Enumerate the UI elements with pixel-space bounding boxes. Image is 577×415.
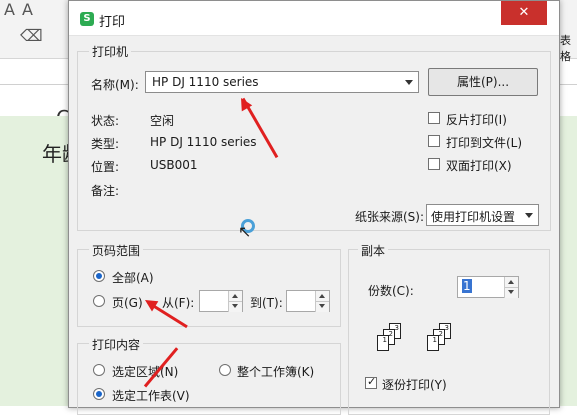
increment-button[interactable]: [504, 277, 518, 287]
page-range-pages-radio[interactable]: [93, 295, 105, 307]
increment-button[interactable]: [315, 291, 329, 301]
page-range-group: [77, 249, 341, 327]
collate-pages-icon: 3 2 1: [373, 323, 413, 357]
print-dialog: S 打印 ✕ 打印机 名称(M): HP DJ 1110 series 属性(P…: [68, 0, 560, 415]
chevron-down-icon: [525, 213, 533, 218]
duplex-print-label: 双面打印(X): [446, 159, 512, 173]
wps-app-icon: S: [80, 12, 94, 26]
copies-count-stepper[interactable]: 1: [457, 276, 519, 298]
paper-source-label: 纸张来源(S):: [355, 210, 425, 224]
type-value: HP DJ 1110 series: [150, 135, 257, 149]
printer-name-select[interactable]: HP DJ 1110 series: [145, 71, 419, 93]
whole-workbook-label: 整个工作簿(K): [237, 365, 315, 379]
paper-source-value: 使用打印机设置: [431, 210, 516, 224]
dialog-title: 打印: [99, 15, 126, 30]
collate-checkbox[interactable]: [365, 375, 377, 389]
location-label: 位置:: [91, 160, 120, 174]
printer-name-label: 名称(M):: [91, 78, 139, 92]
type-label: 类型:: [91, 137, 120, 151]
print-to-file-label: 打印到文件(L): [446, 136, 523, 150]
decrement-button[interactable]: [315, 301, 329, 312]
location-value: USB001: [150, 158, 198, 172]
printer-name-value: HP DJ 1110 series: [152, 75, 259, 89]
decrement-button[interactable]: [504, 287, 518, 298]
from-label: 从(F):: [162, 296, 195, 310]
selected-sheet-radio[interactable]: [93, 388, 105, 400]
whole-workbook-radio[interactable]: [219, 364, 231, 376]
page-range-all-radio[interactable]: [93, 270, 105, 282]
from-page-stepper[interactable]: [199, 290, 243, 312]
to-page-stepper[interactable]: [286, 290, 330, 312]
mouse-pointer-icon: ↖: [238, 222, 252, 241]
collate-label: 逐份打印(Y): [382, 378, 447, 392]
copies-count-value[interactable]: 1: [462, 279, 472, 293]
printer-group-title: 打印机: [89, 43, 132, 60]
collate-pages-icon: 3 2 1: [423, 323, 463, 357]
page-range-group-title: 页码范围: [89, 242, 144, 259]
paper-source-select[interactable]: 使用打印机设置: [426, 204, 539, 226]
print-content-group-title: 打印内容: [89, 336, 144, 353]
selected-area-label: 选定区域(N): [112, 365, 179, 379]
font-size-decrease-icon[interactable]: A: [22, 0, 33, 19]
status-label: 状态:: [91, 114, 120, 128]
duplex-print-checkbox[interactable]: [428, 158, 440, 170]
status-value: 空闲: [150, 114, 175, 128]
font-size-increase-icon[interactable]: A: [4, 0, 15, 19]
to-label: 到(T):: [250, 296, 283, 310]
reverse-print-label: 反片打印(I): [446, 113, 507, 127]
eraser-icon[interactable]: ⌫: [20, 26, 43, 45]
selected-sheet-label: 选定工作表(V): [112, 389, 190, 403]
selected-area-radio[interactable]: [93, 364, 105, 376]
copies-count-label: 份数(C):: [368, 284, 414, 298]
page-range-all-label: 全部(A): [112, 271, 154, 285]
print-to-file-checkbox[interactable]: [428, 135, 440, 147]
dialog-titlebar: S 打印 ✕: [69, 1, 559, 36]
tab-table[interactable]: 表格: [560, 32, 577, 64]
increment-button[interactable]: [228, 291, 242, 301]
decrement-button[interactable]: [228, 301, 242, 312]
chevron-down-icon: [405, 80, 413, 85]
close-button[interactable]: ✕: [501, 1, 547, 25]
properties-button[interactable]: 属性(P)...: [428, 68, 538, 96]
page-range-pages-label: 页(G): [112, 296, 143, 310]
reverse-print-checkbox[interactable]: [428, 112, 440, 124]
copies-group-title: 副本: [358, 242, 389, 259]
comment-label: 备注:: [91, 184, 120, 198]
